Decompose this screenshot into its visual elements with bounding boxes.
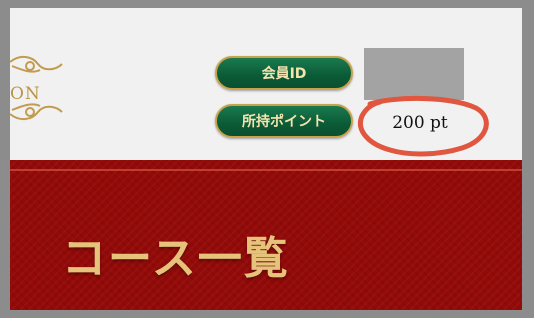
page-title: コース一覧 bbox=[62, 222, 290, 286]
site-header: ON 会員ID 所持ポイント 200 pt bbox=[10, 8, 522, 160]
annotation-circle bbox=[358, 95, 489, 157]
page-frame: ON 会員ID 所持ポイント 200 pt コース一覧 bbox=[10, 8, 522, 310]
logo-text: ON bbox=[10, 84, 41, 104]
member-id-label: 会員ID bbox=[215, 56, 353, 90]
banner-divider bbox=[10, 169, 522, 171]
points-label: 所持ポイント bbox=[215, 104, 353, 138]
